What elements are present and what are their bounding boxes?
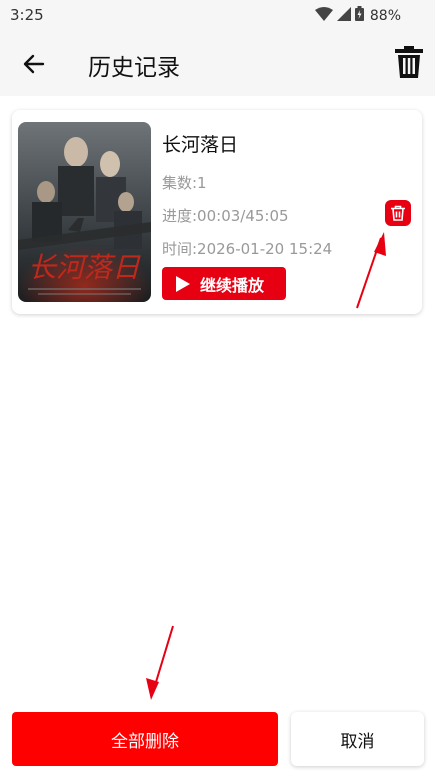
- battery-percent: 88%: [369, 7, 401, 24]
- play-icon: [176, 275, 190, 292]
- delete-all-button[interactable]: 全部删除: [12, 712, 278, 766]
- status-time: 3:25: [10, 6, 44, 24]
- movie-poster[interactable]: 长河落日: [18, 122, 151, 302]
- continue-play-button[interactable]: 继续播放: [162, 267, 286, 300]
- movie-title: 长河落日: [162, 134, 239, 156]
- status-icons: 88%: [314, 6, 401, 25]
- status-bar: 3:25 88%: [0, 0, 435, 30]
- page-title: 历史记录: [88, 55, 180, 81]
- cancel-button[interactable]: 取消: [291, 712, 424, 766]
- trash-icon: [391, 205, 405, 221]
- trash-icon: [395, 46, 423, 78]
- continue-play-label: 继续播放: [200, 275, 265, 295]
- history-card[interactable]: 长河落日 长河落日 集数:1 进度:00:03/45:05 时间:2026-01…: [12, 110, 422, 314]
- watch-time: 时间:2026-01-20 15:24: [162, 240, 333, 258]
- arrow-left-icon: [23, 54, 45, 74]
- watch-progress: 进度:00:03/45:05: [162, 207, 289, 225]
- arrow-to-delete-all: [152, 625, 174, 693]
- battery-icon: [354, 6, 364, 25]
- app-bar: 历史记录: [0, 30, 435, 96]
- poster-title: 长河落日: [28, 251, 141, 284]
- signal-icon: [336, 6, 351, 25]
- arrowhead-delete-all: [146, 678, 159, 700]
- delete-item-button[interactable]: [385, 200, 411, 226]
- episode-count: 集数:1: [162, 174, 207, 192]
- back-button[interactable]: [20, 50, 48, 78]
- clear-history-button[interactable]: [395, 46, 423, 78]
- wifi-icon: [314, 6, 333, 25]
